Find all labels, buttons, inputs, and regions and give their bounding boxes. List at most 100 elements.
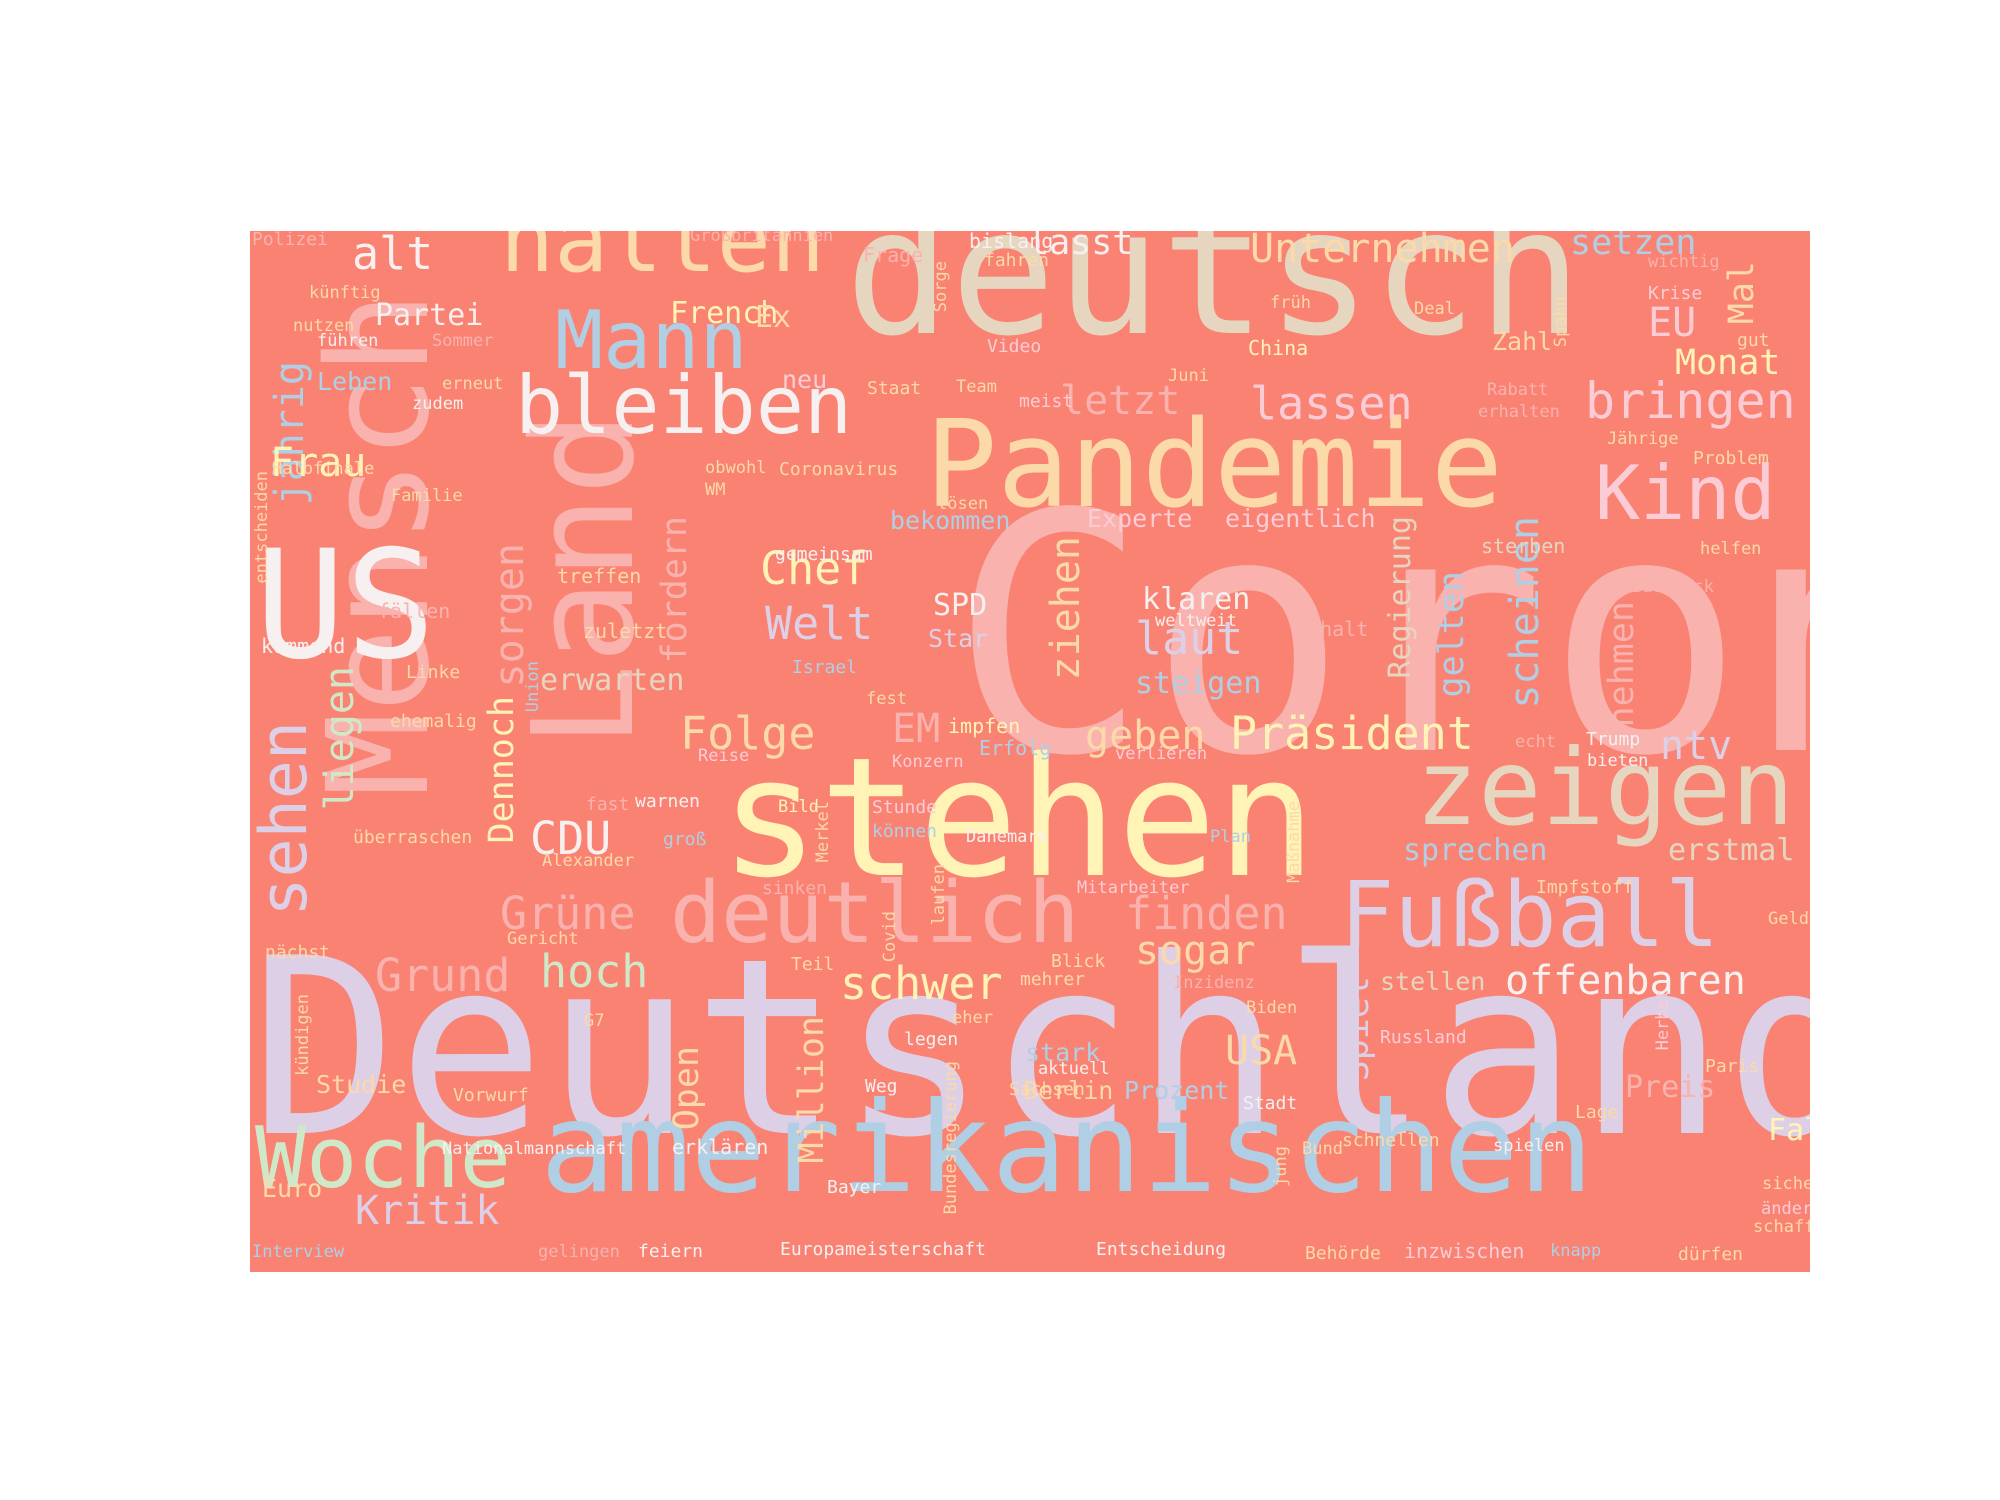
word-50: letzt <box>1060 378 1181 424</box>
word-164: mehrer <box>1020 969 1086 990</box>
word-48: alt <box>352 231 434 280</box>
word-169: legen <box>904 1029 959 1050</box>
word-184: schnellen <box>1342 1130 1440 1151</box>
word-147: Dänemark <box>966 827 1048 847</box>
word-65: SPD <box>933 588 988 623</box>
word-77: Preis <box>1625 1070 1716 1105</box>
word-115: WM <box>705 480 726 500</box>
word-93: Sommer <box>432 331 494 351</box>
word-109: zudem <box>412 394 464 414</box>
word-175: aktuell <box>1038 1059 1110 1079</box>
word-122: treffen <box>557 564 642 588</box>
word-159: Geld <box>1768 909 1809 929</box>
word-28: Grund <box>375 949 511 1002</box>
word-101: China <box>1248 336 1309 360</box>
word-56: Million <box>792 1016 832 1164</box>
word-119: helfen <box>1700 539 1762 559</box>
word-196: Behörde <box>1305 1243 1381 1264</box>
word-92: führen <box>317 331 379 351</box>
word-137: Konzern <box>892 752 964 772</box>
word-134: ehemalig <box>390 711 477 732</box>
word-87: fahren <box>984 250 1050 271</box>
word-55: USA <box>1225 1028 1298 1074</box>
word-42: nehmen <box>1602 601 1642 728</box>
word-33: Kritik <box>355 1188 500 1234</box>
word-118: sterben <box>1481 534 1566 558</box>
word-99: gut <box>1737 330 1770 351</box>
word-10: Fußball <box>1340 863 1720 968</box>
word-45: sogar <box>1135 928 1256 974</box>
word-60: erstmal <box>1668 833 1795 868</box>
word-183: Bund <box>1302 1139 1343 1159</box>
word-20: Unternehmen <box>1250 231 1515 272</box>
word-81: Leben <box>317 367 393 396</box>
word-73: stellen <box>1380 967 1486 996</box>
word-125: weltweit <box>1155 611 1237 631</box>
word-90: künftig <box>309 283 381 303</box>
word-197: inzwischen <box>1404 1239 1525 1263</box>
word-128: kommend <box>261 634 346 658</box>
word-121: gemeinsam <box>775 544 873 565</box>
word-40: gelten <box>1432 571 1472 698</box>
word-194: Europameisterschaft <box>780 1239 986 1260</box>
word-100: Video <box>987 336 1042 357</box>
word-86: bislang <box>969 231 1054 253</box>
word-83: neu <box>782 365 828 394</box>
word-62: erwarten <box>540 663 685 698</box>
word-138: verlieren <box>1115 744 1208 764</box>
word-52: Mal <box>1722 261 1762 325</box>
word-103: Staat <box>867 378 922 399</box>
word-19: lassen <box>1250 377 1413 430</box>
word-133: impfen <box>948 714 1021 738</box>
word-190: schaffen <box>1753 1217 1810 1237</box>
word-185: spielen <box>1493 1136 1565 1156</box>
word-36: Dennoch <box>482 696 522 844</box>
word-199: dürfen <box>1678 1244 1744 1265</box>
word-146: können <box>872 821 938 842</box>
word-141: bieten <box>1587 751 1649 771</box>
word-98: Spahn <box>1551 296 1571 348</box>
word-120: entscheiden <box>252 471 272 584</box>
word-157: Mitarbeiter <box>1077 878 1190 898</box>
word-61: Regierung <box>1383 516 1418 679</box>
word-170: Russland <box>1380 1027 1467 1048</box>
word-17: sehen <box>250 721 322 917</box>
word-104: Team <box>956 377 997 397</box>
word-67: Partei <box>375 298 484 333</box>
word-140: Trump <box>1586 729 1641 750</box>
word-160: Gericht <box>507 929 579 949</box>
word-154: sinken <box>762 878 828 899</box>
word-57: Open <box>667 1046 707 1131</box>
word-80: Studie <box>316 1070 407 1099</box>
word-189: ändern <box>1761 1199 1810 1219</box>
word-149: Plan <box>1210 827 1251 847</box>
word-136: Erfolg <box>979 736 1052 760</box>
word-108: erneut <box>442 374 504 394</box>
word-129: Linke <box>406 662 461 683</box>
word-58: EM <box>892 706 941 752</box>
word-187: jung <box>1271 1146 1291 1187</box>
word-182: erklären <box>672 1135 769 1159</box>
word-124: zuletzt <box>583 619 668 643</box>
word-172: Paris <box>1705 1056 1760 1077</box>
word-85: Frage <box>863 243 924 267</box>
word-132: fest <box>866 689 907 709</box>
word-171: Herbst <box>1653 989 1673 1051</box>
word-43: ntv <box>1660 723 1733 769</box>
word-25: Welt <box>765 597 874 650</box>
word-31: offenbaren <box>1505 958 1746 1004</box>
word-30: schwer <box>840 957 1003 1010</box>
word-106: Rabatt <box>1487 380 1549 400</box>
word-177: Stadt <box>1243 1093 1298 1114</box>
word-54: Spiel <box>1337 976 1377 1082</box>
word-71: Experte <box>1087 504 1193 533</box>
word-180: Bundesregierung <box>941 1061 961 1215</box>
word-113: Familie <box>391 486 463 506</box>
word-131: Union <box>523 661 543 713</box>
word-165: Inzidenz <box>1173 973 1255 993</box>
word-66: Star <box>928 624 989 653</box>
word-59: sprechen <box>1403 833 1548 868</box>
word-76: Fall <box>1768 1113 1810 1148</box>
word-181: Nationalmannschaft <box>442 1139 627 1159</box>
word-cloud: CoronaDeutschlanddeutschstehenamerikanis… <box>250 231 1810 1272</box>
